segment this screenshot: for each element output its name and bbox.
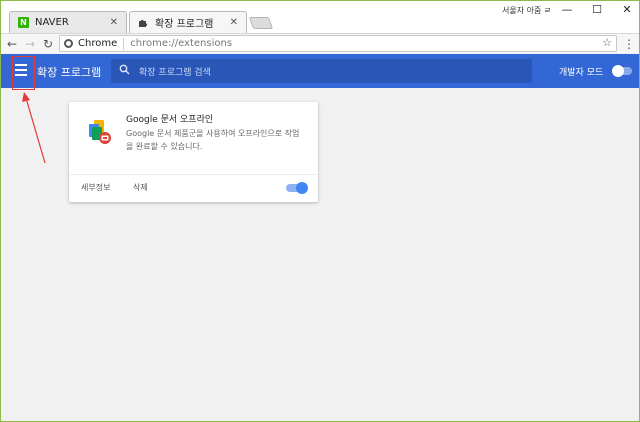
extensions-header: 확장 프로그램 확장 프로그램 검색 개발자 모드 — [1, 54, 639, 88]
puzzle-icon — [138, 17, 149, 28]
extension-card: Google 문서 오프라인 Google 문서 제품군을 사용하여 오프라인으… — [69, 102, 318, 202]
tab-extensions[interactable]: 확장 프로그램 ✕ — [129, 11, 247, 33]
tab-strip: N NAVER ✕ 확장 프로그램 ✕ 서울자 아줌 ㄹ — ☐ ✕ — [1, 1, 639, 33]
divider — [69, 174, 318, 175]
extension-name: Google 문서 오프라인 — [126, 115, 214, 125]
remove-button[interactable]: 삭제 — [133, 182, 148, 193]
maximize-button[interactable]: ☐ — [587, 3, 607, 19]
url-text[interactable]: chrome://extensions — [130, 38, 232, 49]
browser-window: N NAVER ✕ 확장 프로그램 ✕ 서울자 아줌 ㄹ — ☐ ✕ ← → ↻… — [0, 0, 640, 422]
toggle-knob — [296, 182, 308, 194]
tab-naver[interactable]: N NAVER ✕ — [9, 11, 127, 33]
dev-mode-toggle[interactable] — [612, 65, 632, 77]
search-box[interactable]: 확장 프로그램 검색 — [111, 59, 532, 83]
kebab-menu-icon[interactable]: ⋮ — [623, 36, 635, 52]
google-docs-offline-icon — [85, 118, 113, 146]
search-icon — [119, 64, 131, 78]
star-icon[interactable]: ☆ — [602, 36, 612, 49]
site-label: Chrome — [78, 38, 118, 49]
address-bar[interactable]: Chrome chrome://extensions ☆ — [59, 35, 617, 52]
new-tab-button[interactable] — [248, 17, 274, 29]
close-icon[interactable]: ✕ — [230, 17, 238, 28]
reload-icon[interactable]: ↻ — [41, 36, 55, 52]
naver-icon: N — [18, 17, 29, 28]
highlight-box — [12, 56, 35, 90]
minimize-button[interactable]: — — [557, 3, 577, 19]
forward-arrow-icon[interactable]: → — [23, 36, 37, 52]
chrome-icon — [64, 39, 73, 48]
extension-enable-toggle[interactable] — [286, 182, 308, 194]
search-placeholder[interactable]: 확장 프로그램 검색 — [139, 65, 211, 78]
site-badge[interactable]: Chrome — [64, 37, 125, 50]
profile-label[interactable]: 서울자 아줌 ㄹ — [502, 5, 551, 16]
tab-label: NAVER — [35, 17, 69, 28]
navigation-toolbar: ← → ↻ Chrome chrome://extensions ☆ ⋮ — [1, 33, 639, 53]
back-arrow-icon[interactable]: ← — [5, 36, 19, 52]
close-icon[interactable]: ✕ — [110, 17, 118, 28]
page-title: 확장 프로그램 — [37, 66, 102, 79]
dev-mode-label: 개발자 모드 — [559, 68, 604, 78]
close-window-button[interactable]: ✕ — [617, 3, 637, 19]
toggle-knob — [612, 65, 624, 77]
details-button[interactable]: 세부정보 — [81, 182, 110, 193]
extension-description: Google 문서 제품군을 사용하여 오프라인으로 작업을 완료할 수 있습니… — [126, 129, 300, 151]
tab-label: 확장 프로그램 — [155, 19, 214, 30]
